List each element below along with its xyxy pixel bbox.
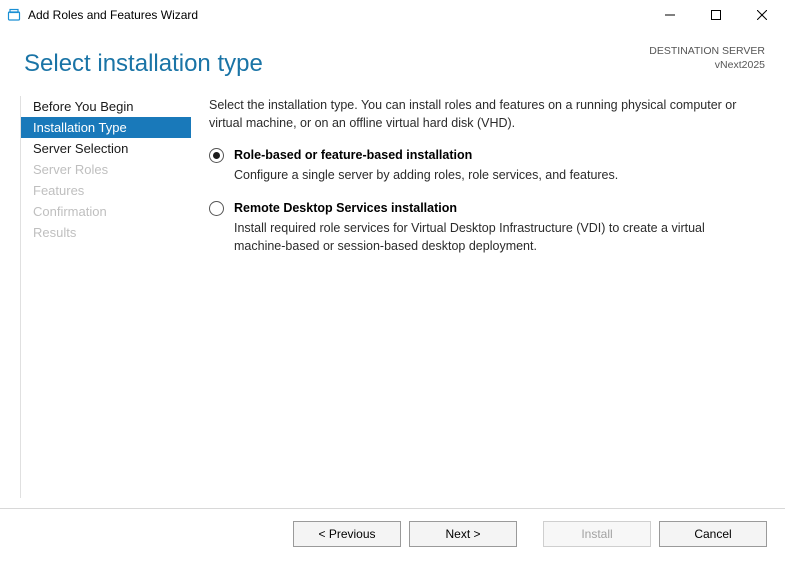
destination-info: DESTINATION SERVER vNext2025 <box>649 42 765 72</box>
close-button[interactable] <box>739 0 785 30</box>
option-title: Role-based or feature-based installation <box>234 146 757 164</box>
page-title: Select installation type <box>24 50 649 78</box>
cancel-button[interactable]: Cancel <box>659 521 767 547</box>
option-title: Remote Desktop Services installation <box>234 199 757 217</box>
nav-server-roles: Server Roles <box>21 159 191 180</box>
app-icon <box>6 7 22 23</box>
previous-button[interactable]: < Previous <box>293 521 401 547</box>
destination-label: DESTINATION SERVER <box>649 44 765 58</box>
minimize-button[interactable] <box>647 0 693 30</box>
option-desc: Install required role services for Virtu… <box>234 219 757 255</box>
next-button[interactable]: Next > <box>409 521 517 547</box>
wizard-nav: Before You Begin Installation Type Serve… <box>20 96 191 498</box>
wizard-content: Select the installation type. You can in… <box>191 96 765 498</box>
window-title: Add Roles and Features Wizard <box>28 8 198 22</box>
nav-before-you-begin[interactable]: Before You Begin <box>21 96 191 117</box>
maximize-button[interactable] <box>693 0 739 30</box>
nav-features: Features <box>21 180 191 201</box>
nav-installation-type[interactable]: Installation Type <box>21 117 191 138</box>
wizard-body: Before You Begin Installation Type Serve… <box>0 82 785 508</box>
destination-value: vNext2025 <box>649 58 765 72</box>
option-desc: Configure a single server by adding role… <box>234 166 757 184</box>
intro-text: Select the installation type. You can in… <box>209 96 757 132</box>
nav-confirmation: Confirmation <box>21 201 191 222</box>
radio-role-based[interactable] <box>209 148 224 163</box>
option-role-based[interactable]: Role-based or feature-based installation… <box>209 146 757 184</box>
install-button: Install <box>543 521 651 547</box>
option-remote-desktop[interactable]: Remote Desktop Services installation Ins… <box>209 199 757 255</box>
nav-server-selection[interactable]: Server Selection <box>21 138 191 159</box>
window: Add Roles and Features Wizard Select ins… <box>0 0 785 561</box>
titlebar: Add Roles and Features Wizard <box>0 0 785 30</box>
wizard-footer: < Previous Next > Install Cancel <box>0 508 785 561</box>
header: Select installation type DESTINATION SER… <box>0 30 785 82</box>
radio-remote-desktop[interactable] <box>209 201 224 216</box>
nav-results: Results <box>21 222 191 243</box>
